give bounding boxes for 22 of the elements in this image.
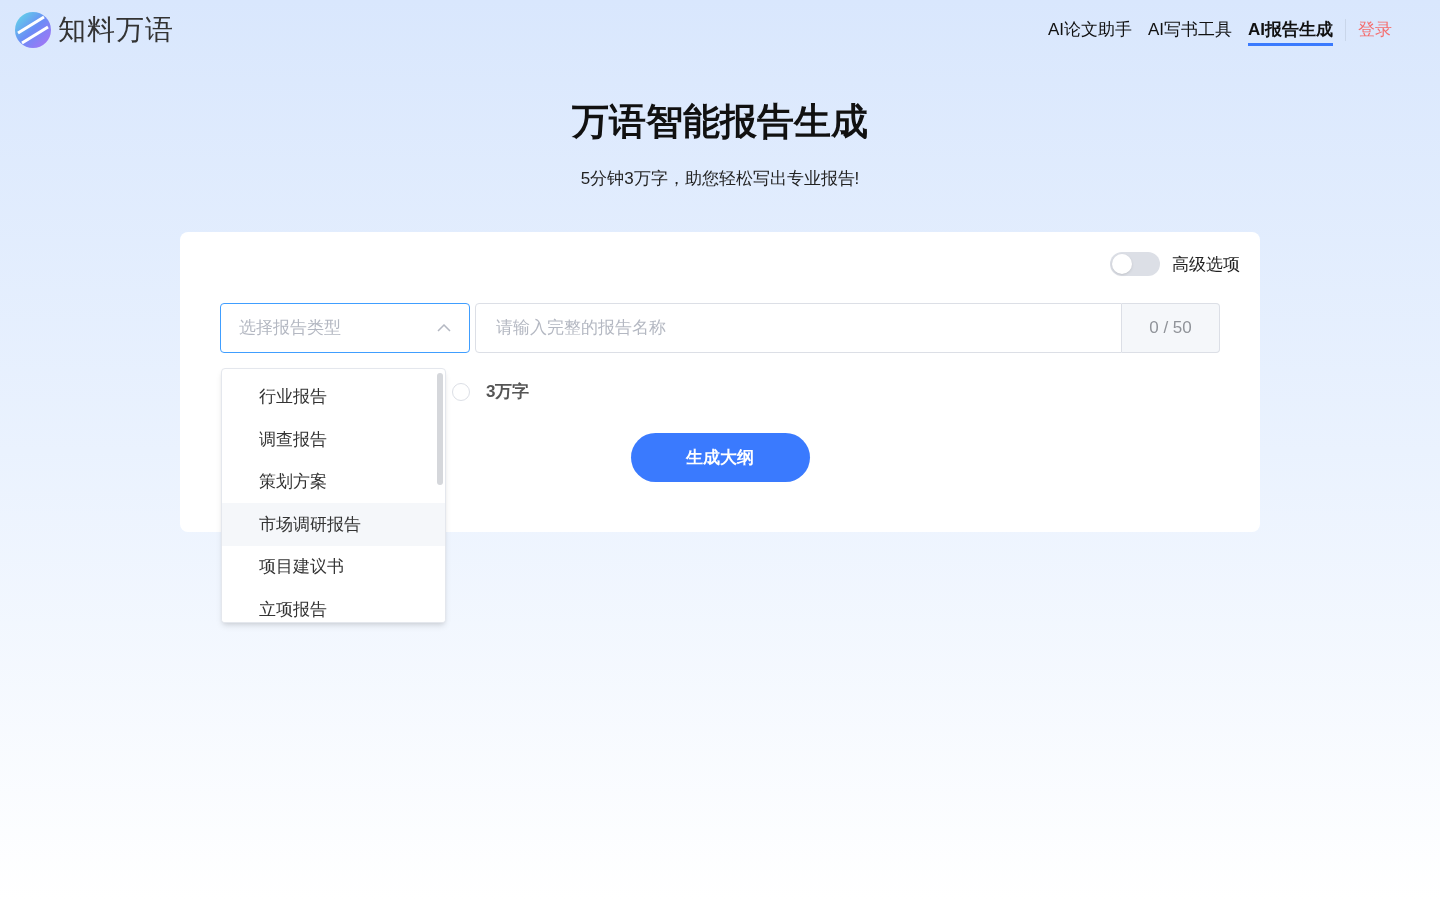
radio-label: 3万字 bbox=[486, 381, 530, 404]
generate-outline-button[interactable]: 生成大纲 bbox=[630, 433, 810, 482]
chevron-icon bbox=[437, 324, 451, 332]
radio-button[interactable] bbox=[452, 383, 470, 401]
scrollbar[interactable] bbox=[437, 372, 443, 485]
logo-icon bbox=[14, 11, 52, 49]
dropdown-option[interactable]: 立项报告 bbox=[222, 588, 445, 622]
nav-link[interactable]: AI论文助手 bbox=[1047, 14, 1132, 46]
dropdown-option[interactable]: 项目建议书 bbox=[222, 545, 445, 588]
page-title: 万语智能报告生成 bbox=[572, 100, 868, 144]
logo-text: 知料万语 bbox=[58, 13, 174, 47]
dropdown-option[interactable]: 市场调研报告 bbox=[222, 503, 445, 546]
page-subtitle: 5分钟3万字，助您轻松写出专业报告! bbox=[580, 168, 860, 190]
dropdown-option[interactable]: 策划方案 bbox=[222, 460, 445, 503]
report-name-field[interactable]: 请输入完整的报告名称 bbox=[475, 303, 1122, 353]
character-counter: 0 / 50 bbox=[1122, 303, 1220, 353]
advanced-label: 高级选项 bbox=[1172, 253, 1240, 276]
advanced-toggle[interactable] bbox=[1110, 252, 1160, 277]
dropdown-option[interactable]: 行业报告 bbox=[222, 375, 445, 418]
dropdown-option[interactable]: 调查报告 bbox=[222, 418, 445, 461]
nav-link[interactable]: AI报告生成 bbox=[1248, 14, 1333, 46]
nav-link[interactable]: AI写书工具 bbox=[1147, 14, 1232, 46]
